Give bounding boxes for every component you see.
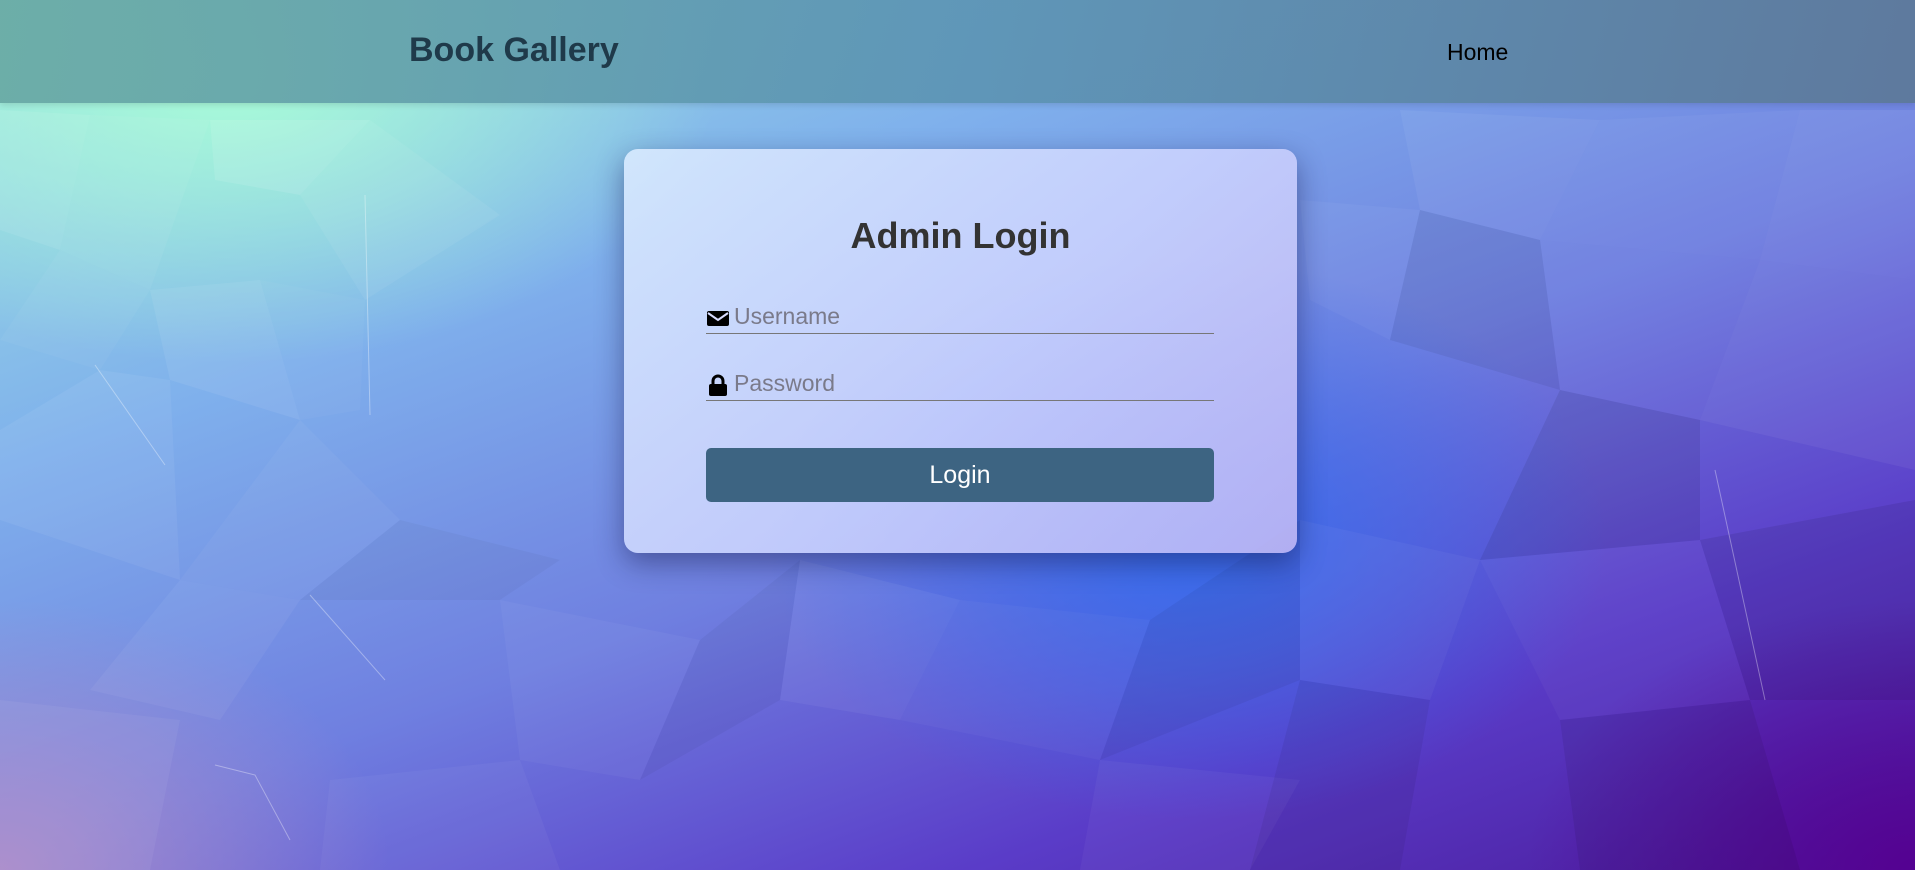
login-title: Admin Login — [850, 215, 1071, 256]
brand-logo-text[interactable]: Book Gallery — [409, 30, 619, 70]
username-field — [706, 299, 1214, 334]
username-input[interactable] — [734, 299, 1212, 333]
password-input[interactable] — [734, 366, 1212, 400]
lock-icon — [709, 374, 727, 396]
envelope-icon — [707, 311, 729, 326]
login-button[interactable]: Login — [706, 448, 1214, 502]
admin-login-card: Admin Login Login — [624, 149, 1297, 553]
password-field — [706, 366, 1214, 401]
top-navbar: Book Gallery Home — [0, 0, 1915, 103]
nav-link-home[interactable]: Home — [1447, 38, 1508, 66]
